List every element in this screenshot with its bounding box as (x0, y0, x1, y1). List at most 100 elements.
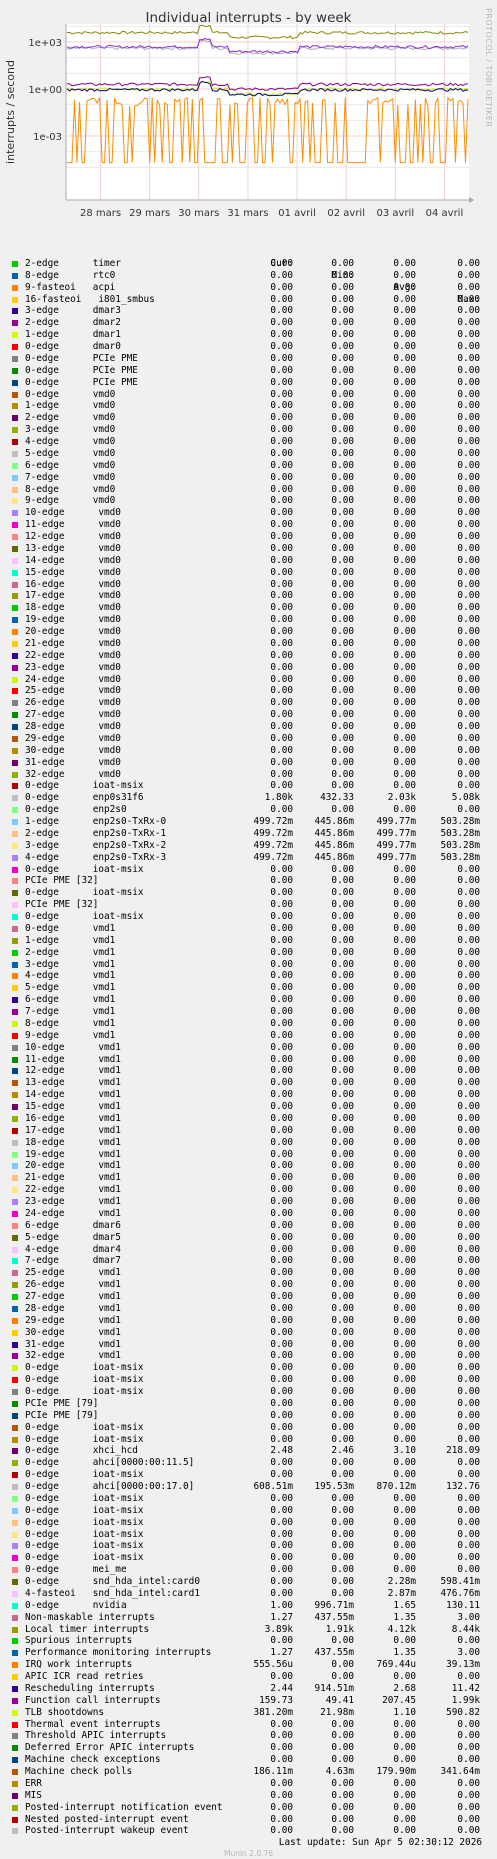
value-avg: 0.00 (393, 257, 416, 269)
legend-row: 24-edge vmd0 0.00 0.00 0.00 0.00 (12, 674, 482, 686)
x-tick-label: 28 mars (80, 208, 121, 219)
value-cur: 0.00 (270, 424, 293, 436)
series-color-swatch (12, 1412, 18, 1419)
legend-row: 30-edge vmd0 0.00 0.00 0.00 0.00 (12, 745, 482, 757)
interrupts-chart: 1e+03 1e+00 1e-03 28 mars 29 mars 30 mars 31 … (4, 24, 474, 219)
legend-row: 22-edge vmd0 0.00 0.00 0.00 0.00 (12, 650, 482, 662)
value-max: 0.00 (457, 1564, 480, 1576)
value-max: 0.00 (457, 1196, 480, 1207)
value-avg: 0.00 (393, 1231, 416, 1243)
value-min: 21.98m (320, 1706, 354, 1718)
value-cur: 0.00 (270, 1255, 293, 1267)
value-avg: 0.00 (393, 436, 416, 447)
value-min: 0.00 (331, 1124, 354, 1136)
value-min: 0.00 (331, 744, 354, 756)
value-max: 0.00 (457, 982, 480, 994)
x-tick-label: 30 mars (178, 208, 219, 219)
series-label: Posted-interrupt notification event (25, 1801, 223, 1813)
value-min: 4.63m (325, 1766, 354, 1777)
value-cur: 0.00 (270, 1148, 293, 1160)
legend-row: 31-edge vmd0 0.00 0.00 0.00 0.00 (12, 757, 482, 769)
legend-row: 2-edge vmd1 0.00 0.00 0.00 0.00 (12, 947, 482, 959)
legend-row: 25-edge vmd1 0.00 0.00 0.00 0.00 (12, 1267, 482, 1279)
value-cur: 0.00 (270, 542, 293, 554)
series-label: 19-edge vmd0 (25, 614, 121, 626)
series-label: 22-edge vmd1 (25, 1184, 121, 1196)
value-cur: 0.00 (270, 1243, 293, 1255)
value-avg: 0.00 (393, 970, 416, 982)
value-min: 0.00 (331, 1029, 354, 1041)
y-tick-label: 1e+03 (28, 38, 62, 49)
value-min: 0.00 (331, 958, 354, 970)
legend-row: ERR 0.00 0.00 0.00 0.00 (12, 1778, 482, 1790)
legend-row: Threshold APIC interrupts 0.00 0.00 0.00 0.0… (12, 1730, 482, 1742)
value-min: 0.00 (331, 1065, 354, 1077)
value-max: 1.99k (451, 1694, 480, 1706)
value-max: 0.00 (457, 863, 480, 875)
series-color-swatch (12, 1484, 18, 1490)
legend-row: MIS 0.00 0.00 0.00 0.00 (12, 1790, 482, 1802)
series-color-swatch (12, 1329, 18, 1336)
series-label: 5-edge vmd0 (25, 447, 116, 459)
value-min: 0.00 (331, 1457, 354, 1469)
series-label: 20-edge vmd0 (25, 626, 121, 637)
legend-row: 2-edge dmar2 0.00 0.00 0.00 0.00 (12, 317, 482, 329)
value-avg: 0.00 (393, 1469, 416, 1481)
series-label: 17-edge vmd1 (25, 1124, 121, 1136)
series-color-swatch (12, 1104, 18, 1110)
value-max: 0.00 (457, 364, 480, 376)
value-cur: 0.00 (270, 1492, 293, 1504)
series-label: 5-edge dmar5 (25, 1231, 121, 1243)
legend-row: 24-edge vmd1 0.00 0.00 0.00 0.00 (12, 1208, 482, 1220)
value-avg: 870.12m (376, 1481, 416, 1492)
value-max: 0.00 (457, 341, 480, 352)
series-label: 2-edge enp2s0-TxRx-1 (25, 827, 167, 839)
legend-row: Machine check polls 186.11m 4.63m 179.90m 34… (12, 1766, 482, 1778)
legend-row: 15-edge vmd0 0.00 0.00 0.00 0.00 (12, 567, 482, 579)
value-min: 0.00 (331, 1136, 354, 1148)
legend-row: 20-edge vmd0 0.00 0.00 0.00 0.00 (12, 626, 482, 638)
value-min: 0.00 (331, 673, 354, 685)
value-max: 0.00 (457, 1350, 480, 1362)
value-cur: 0.00 (270, 1112, 293, 1124)
value-min: 0.00 (331, 1825, 354, 1837)
value-avg: 0.00 (393, 1564, 416, 1576)
legend-row: 1-edge dmar1 0.00 0.00 0.00 0.00 (12, 329, 482, 341)
value-cur: 0.00 (270, 1006, 293, 1017)
value-max: 503.28m (440, 827, 480, 839)
legend-row: TLB shootdowns 381.20m 21.98m 1.10 590.82 (12, 1707, 482, 1719)
legend-row: 11-edge vmd1 0.00 0.00 0.00 0.00 (12, 1054, 482, 1066)
value-avg: 0.00 (393, 697, 416, 709)
value-min: 0.00 (331, 922, 354, 934)
value-cur: 0.00 (270, 329, 293, 341)
value-max: 39.13m (446, 1659, 480, 1671)
value-min: 0.00 (331, 507, 354, 519)
value-avg: 0.00 (393, 1789, 416, 1801)
series-label: 10-edge vmd1 (25, 1041, 121, 1053)
value-avg: 0.00 (393, 887, 416, 899)
value-avg: 0.00 (393, 1243, 416, 1255)
legend-row: 1-edge enp2s0-TxRx-0 499.72m 445.86m 499.77… (12, 816, 482, 828)
series-label: 28-edge vmd0 (25, 721, 121, 732)
legend-row: 9-fasteoi acpi 0.00 0.00 0.00 0.00 (12, 282, 482, 294)
value-cur: 0.00 (270, 1350, 293, 1362)
value-cur: 0.00 (270, 1065, 293, 1077)
value-max: 0.00 (457, 578, 480, 590)
value-cur: 0.00 (270, 364, 293, 376)
value-max: 0.00 (457, 1813, 480, 1825)
legend-row: 0-edge ioat-msix 0.00 0.00 0.00 0.00 (12, 1469, 482, 1481)
value-min: 0.00 (331, 685, 354, 697)
value-avg: 0.00 (393, 756, 416, 768)
value-cur: 0.00 (270, 341, 293, 352)
series-color-swatch (12, 1685, 18, 1692)
value-avg: 0.00 (393, 1160, 416, 1172)
value-max: 0.00 (457, 317, 480, 329)
series-label: IRQ work interrupts (25, 1659, 133, 1671)
series-label: 10-edge vmd0 (25, 507, 121, 519)
value-cur: 0.00 (270, 899, 293, 911)
series-label: 29-edge vmd0 (25, 732, 121, 744)
x-axis-arrow (469, 197, 474, 203)
value-cur: 0.00 (270, 566, 293, 578)
value-min: 0.00 (331, 1813, 354, 1825)
value-max: 0.00 (457, 1112, 480, 1124)
